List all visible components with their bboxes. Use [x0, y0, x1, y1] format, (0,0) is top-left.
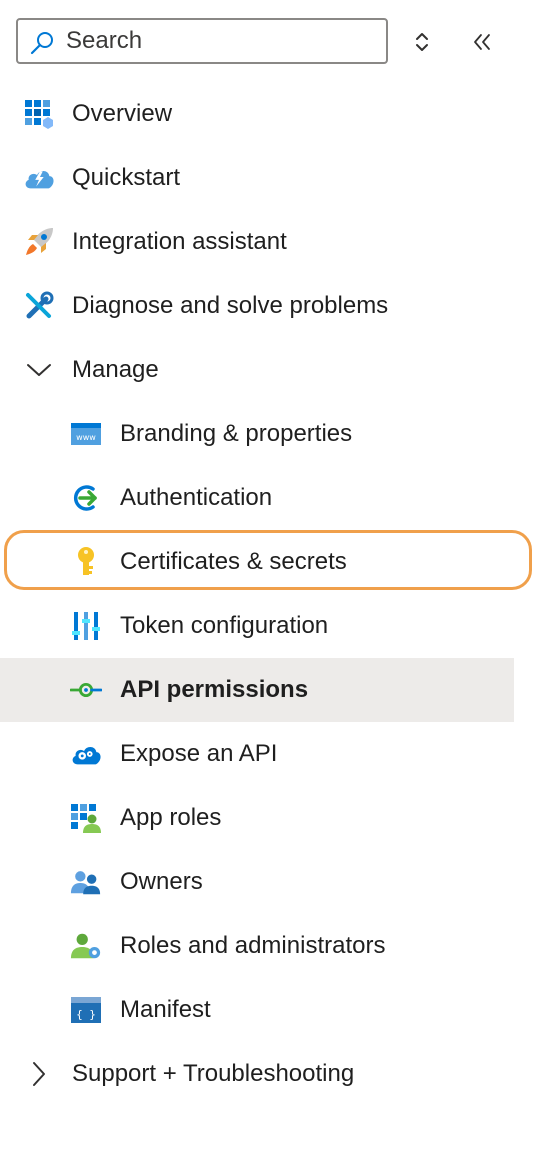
nav-group-label: Manage: [72, 356, 159, 383]
sort-toggle-button[interactable]: [402, 22, 442, 62]
nav-item-roles-administrators[interactable]: Roles and administrators: [0, 914, 514, 978]
nav-item-quickstart[interactable]: Quickstart: [0, 146, 514, 210]
nav-item-label: App roles: [120, 804, 222, 831]
svg-text:www: www: [76, 433, 96, 442]
nav-item-label: Expose an API: [120, 740, 278, 767]
collapse-menu-button[interactable]: [462, 22, 502, 62]
wrench-screwdriver-icon: [23, 290, 55, 322]
search-box[interactable]: [16, 18, 388, 64]
people-icon: [70, 866, 102, 898]
nav-group-label: Support + Troubleshooting: [72, 1060, 355, 1087]
nav-item-overview[interactable]: Overview: [0, 82, 514, 146]
nav-item-branding[interactable]: www Branding & properties: [0, 402, 514, 466]
nav-item-diagnose[interactable]: Diagnose and solve problems: [0, 274, 514, 338]
key-icon: [70, 546, 102, 578]
nav-item-label: Quickstart: [72, 164, 181, 191]
cloud-lightning-icon: [23, 162, 55, 194]
nav-item-label: Manifest: [120, 996, 211, 1023]
nav-item-label: Token configuration: [120, 612, 329, 639]
nav-group-manage[interactable]: Manage: [0, 338, 514, 402]
double-chevron-left-icon: [474, 34, 490, 50]
app-roles-icon: [70, 802, 102, 834]
nav-item-label: Certificates & secrets: [120, 548, 347, 575]
nav-item-label: Diagnose and solve problems: [72, 292, 389, 319]
search-input[interactable]: [66, 26, 376, 56]
nav-group-support-troubleshooting[interactable]: Support + Troubleshooting: [0, 1042, 514, 1106]
search-icon: [30, 32, 53, 55]
nav-item-label: Integration assistant: [72, 228, 287, 255]
svg-text:{ }: { }: [76, 1008, 96, 1021]
nav-item-label: Roles and administrators: [120, 932, 386, 959]
nav-item-authentication[interactable]: Authentication: [0, 466, 514, 530]
rocket-icon: [23, 226, 55, 258]
manifest-code-icon: { }: [70, 994, 102, 1026]
nav-item-certificates-secrets[interactable]: Certificates & secrets: [0, 530, 514, 594]
nav-item-label: Overview: [72, 100, 173, 127]
sign-in-arrow-icon: [70, 482, 102, 514]
web-window-icon: www: [70, 418, 102, 450]
chevron-right-icon: [23, 1058, 55, 1090]
nav-item-label: Branding & properties: [120, 420, 353, 447]
user-admin-icon: [70, 930, 102, 962]
nav-item-integration-assistant[interactable]: Integration assistant: [0, 210, 514, 274]
nav-item-token-configuration[interactable]: Token configuration: [0, 594, 514, 658]
chevron-down-icon: [23, 354, 55, 386]
overview-grid-icon: [23, 98, 55, 130]
nav-item-expose-api[interactable]: Expose an API: [0, 722, 514, 786]
nav-item-api-permissions[interactable]: API permissions: [0, 658, 514, 722]
api-connector-icon: [70, 674, 102, 706]
nav-item-manifest[interactable]: { } Manifest: [0, 978, 514, 1042]
nav-item-label: Authentication: [120, 484, 273, 511]
nav-item-label: Owners: [120, 868, 203, 895]
nav-item-label: API permissions: [120, 676, 309, 703]
nav-item-owners[interactable]: Owners: [0, 850, 514, 914]
up-down-chevron-icon: [416, 33, 428, 51]
side-navigation: Overview Quickstart Integration assistan…: [0, 82, 514, 1106]
cloud-gear-icon: [70, 738, 102, 770]
token-bars-icon: [70, 610, 102, 642]
nav-item-app-roles[interactable]: App roles: [0, 786, 514, 850]
